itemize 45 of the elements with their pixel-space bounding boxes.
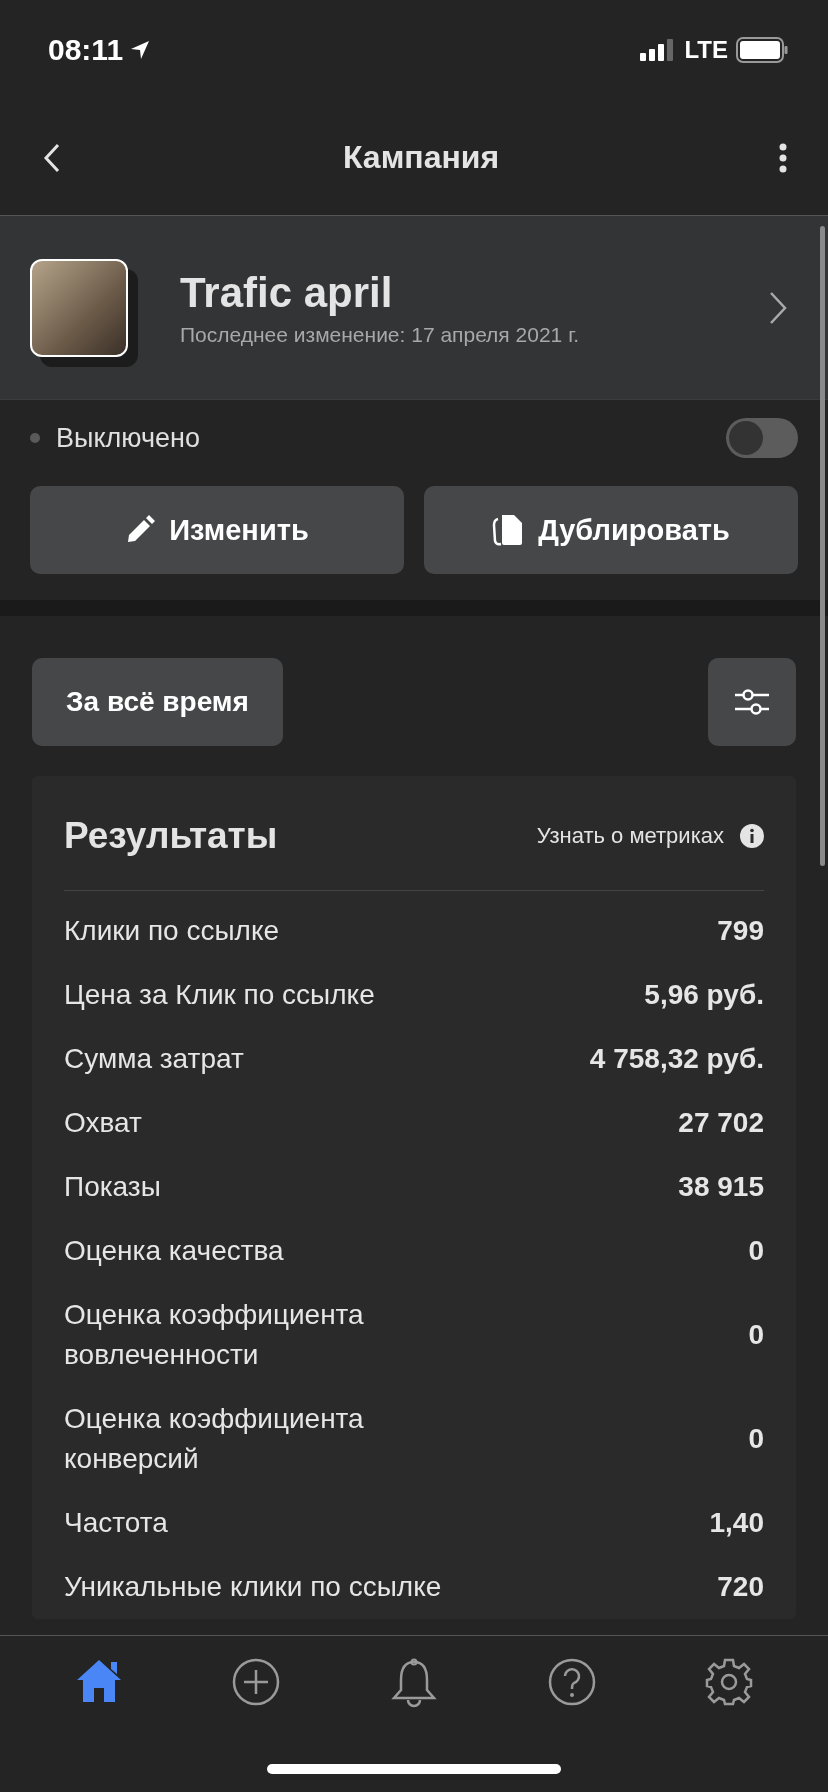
more-icon[interactable] [778, 142, 788, 173]
metric-value: 5,96 руб. [644, 979, 764, 1011]
metric-value: 720 [717, 1571, 764, 1603]
screen-title: Кампания [341, 139, 501, 176]
settings-icon[interactable] [705, 1658, 754, 1706]
clock-time: 08:11 [48, 33, 124, 67]
metric-value: 1,40 [709, 1507, 764, 1539]
results-title: Результаты [64, 815, 279, 857]
metric-value: 0 [748, 1319, 764, 1351]
help-icon[interactable] [547, 1658, 596, 1706]
metric-value: 27 702 [678, 1107, 764, 1139]
campaign-name: Trafic april [180, 268, 394, 317]
metric-label: Оценка коэффициента вовлеченности [64, 1298, 365, 1372]
edit-button[interactable]: Изменить [30, 486, 404, 574]
campaign-status-label: Выключено [56, 422, 201, 454]
location-arrow-icon [129, 39, 152, 61]
metric-label: Оценка качества [64, 1234, 284, 1268]
metric-label: Частота [64, 1506, 168, 1540]
toggle-switch[interactable] [726, 418, 798, 458]
last-modified-text: Последнее изменение: 17 апреля 2021 г. [180, 322, 581, 347]
metric-label: Охват [64, 1106, 142, 1140]
metric-value: 4 758,32 руб. [589, 1043, 764, 1075]
bell-icon[interactable] [391, 1658, 437, 1708]
metric-value: 38 915 [678, 1171, 764, 1203]
metric-label: Показы [64, 1170, 161, 1204]
metric-label: Оценка коэффициента конверсий [64, 1402, 365, 1476]
copy-icon [492, 513, 525, 547]
duplicate-button[interactable]: Дублировать [424, 486, 798, 574]
battery-icon [736, 37, 788, 63]
info-icon[interactable] [740, 824, 764, 848]
metric-label: Сумма затрат [64, 1042, 244, 1076]
metric-label: Цена за Клик по ссылке [64, 978, 375, 1012]
metric-value: 0 [748, 1235, 764, 1267]
period-button[interactable]: За всё время [32, 658, 283, 746]
sliders-icon [735, 689, 769, 715]
metric-value: 799 [717, 915, 764, 947]
metric-value: 0 [748, 1423, 764, 1455]
add-icon[interactable] [232, 1658, 281, 1706]
metric-label: Уникальные клики по ссылке [64, 1570, 442, 1604]
filter-button[interactable] [708, 658, 796, 746]
network-label: LTE [684, 36, 728, 64]
metric-label: Клики по ссылке [64, 914, 280, 948]
pencil-icon [125, 515, 156, 545]
metrics-info-link[interactable]: Узнать о метриках [536, 823, 724, 849]
chevron-right-icon[interactable] [768, 290, 788, 325]
